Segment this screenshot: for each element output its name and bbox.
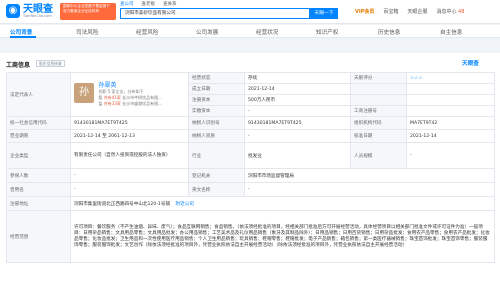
section-title: 工商信息 [6,62,31,69]
est-date-value: 2021-12-14 [244,83,351,95]
tab-company-background[interactable]: 公司背景 [10,28,32,36]
top-header: ◉ 天眼查 TianYanCha.com 国家中小企业发展子基金旗下 官方备案企… [0,0,500,24]
top-nav: VIP会员 百宝箱 天眼企服 消息中心 48 [355,8,464,15]
logo-text: 天眼查 [23,3,53,15]
company-name[interactable]: 长沙市芊树饮品有限... [122,95,162,100]
industry-label: 行业 [188,142,245,169]
term-value: 2021-12-14 至 2061-12-13 [70,129,189,143]
tab-self-info[interactable]: 自主信息 [440,28,462,36]
org-code-value[interactable]: MA7ET9T42 [406,116,495,130]
vip-link[interactable]: VIP会员 [355,8,374,15]
logo-subtext: TianYanCha.com [23,13,52,18]
score-value: ☆☆☆ [406,72,495,84]
search-tab-company[interactable]: 查公司 [120,1,134,7]
company-name[interactable]: 长沙市盛湖饮品有限... [122,101,162,106]
message-center-label: 消息中心 [436,9,457,15]
promo-line: 官方备案企业征信机构 [63,9,99,13]
site-logo[interactable]: ◉ 天眼查 TianYanCha.com [6,4,53,18]
company-type-value: 有限责任公司（自然人投资或控股的法人独资） [70,142,189,169]
search-type-tabs: 查公司 查老板 查关系 [120,1,177,7]
former-name-label: 曾用名 [6,182,71,197]
former-name-value: - [70,182,189,197]
company-count[interactable]: 共有33家 [104,101,121,106]
avatar[interactable]: 孙 [74,82,94,103]
promo-banner[interactable]: 国家中小企业发展子基金旗下 官方备案企业征信机构 [60,3,116,20]
tab-operating-status[interactable]: 经营状况 [256,28,278,36]
company-type-label: 企业类型 [6,142,71,169]
nearby-companies-link[interactable]: 附近公司 [176,202,194,207]
section-tabs: 公司背景 司法风险 经营风险 公司发展 经营状况 知识产权 历史信息 自主信息 [0,25,500,38]
status-value: 存续 [244,72,351,84]
tab-ip[interactable]: 知识产权 [316,28,338,36]
address-cell: 浏阳市集里街道北正西路四号中山北120-1号铺 附近公司 [70,196,495,211]
tax-id-value[interactable]: 91430181MA7ET9T425 [244,116,351,130]
business-info-table: 法定代表人 孙 孙翠英 任职 5 家企业，分布如下 股 共有41家 长沙市芊树饮… [6,72,495,263]
tab-legal-risk[interactable]: 司法风险 [76,28,98,36]
english-name-value: - [244,182,495,197]
term-label: 营业期限 [6,129,71,143]
scope-value: 许可项目：餐饮服务（不产生油烟、异味、废气）；食品互联网销售；食品销售。（依法须… [70,210,495,263]
score-label: 天眼评分 [350,72,407,84]
reg-number-label: 工商注册号 [350,105,407,117]
tax-id-label: 纳税人识别号 [188,116,245,130]
eye-logo-icon: ◉ [6,4,20,18]
insured-value: - [70,168,189,183]
message-count-badge: 48 [458,9,465,15]
paid-capital-value: - [244,105,351,117]
search-button[interactable]: 天眼一下 [310,8,338,19]
role-badge: 监 [98,100,103,106]
verify-tag[interactable]: 股东信息核查 [36,60,65,67]
message-center-link[interactable]: 消息中心 48 [436,8,464,15]
search-input[interactable]: 浏阳市美砂饮品有限公司 [120,8,310,19]
credit-code-value[interactable]: 91430181MA7ET9T425 [70,116,189,130]
authority-label: 登记机关 [188,168,245,183]
status-label: 经营状态 [188,72,245,84]
reg-capital-label: 注册资本 [188,94,245,106]
credit-code-label: 统一社会信用代码 [6,116,71,130]
industry-value: 批发业 [244,142,351,169]
org-code-label: 组织机构代码 [350,116,407,130]
staff-size-label: 人员规模 [350,142,407,169]
approve-date-value: 2021-12-14 [406,129,495,143]
active-tab-indicator [10,36,36,38]
legal-rep-row: 监 共有33家 长沙市盛湖饮品有限... [98,101,161,107]
legal-rep-cell: 孙 孙翠英 任职 5 家企业，分布如下 股 共有41家 长沙市芊树饮品有限...… [70,72,189,117]
paid-capital-label: 实缴资本 [188,105,245,117]
est-date-label: 成立日期 [188,83,245,95]
enterprise-service-link[interactable]: 天眼企服 [407,8,427,15]
address-value: 浏阳市集里街道北正西路四号中山北120-1号铺 [74,201,171,207]
tab-history[interactable]: 历史信息 [378,28,400,36]
english-name-label: 英文名称 [188,182,245,197]
tab-company-development[interactable]: 公司发展 [196,28,218,36]
tax-qual-label: 纳税人资质 [188,129,245,143]
reg-capital-value: 500万人民币 [244,94,351,106]
scope-label: 经营范围 [6,210,71,263]
company-count[interactable]: 共有41家 [104,95,121,100]
reg-number-value [406,105,495,117]
legal-rep-label: 法定代表人 [6,72,71,117]
search-tab-boss[interactable]: 查老板 [142,1,156,7]
address-label: 注册地址 [6,196,71,211]
search-tab-relation[interactable]: 查关系 [163,1,177,7]
authority-value: 浏阳市市场监督管理局 [244,168,495,183]
toolbox-link[interactable]: 百宝箱 [383,8,398,15]
role-badge: 股 [98,94,103,100]
approve-date-label: 核准日期 [350,129,407,143]
tab-operating-risk[interactable]: 经营风险 [136,28,158,36]
insured-label: 参保人数 [6,168,71,183]
staff-size-value: - [406,142,495,169]
watermark-logo: 天眼查 [462,61,479,67]
tax-qual-value: - [244,129,351,143]
